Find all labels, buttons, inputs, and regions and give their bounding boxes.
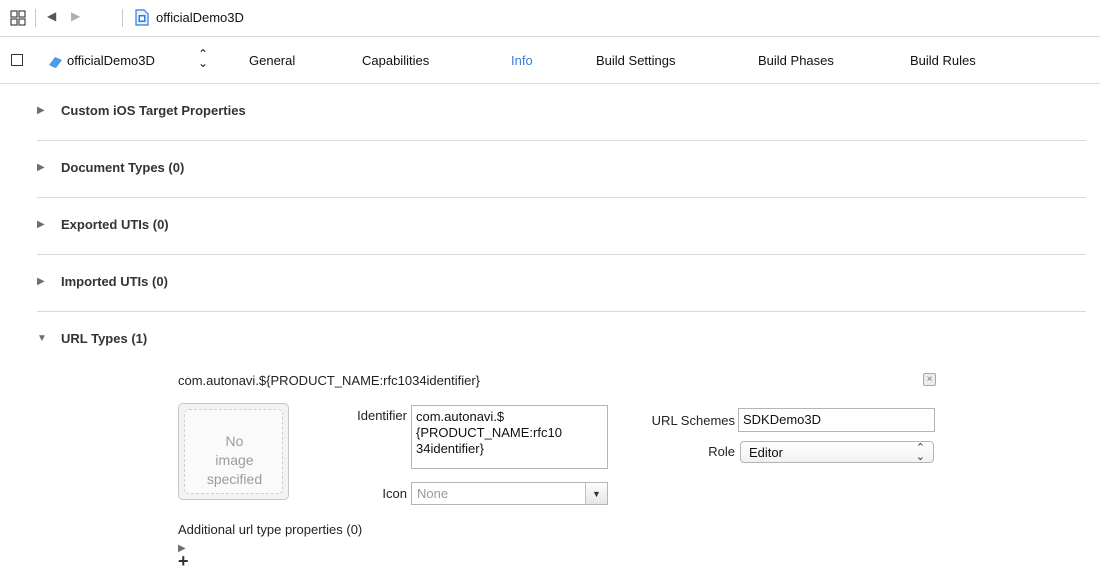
section-exported-utis[interactable]: ▶ Exported UTIs (0) [37,198,1086,255]
icon-combo-box[interactable]: None ▼ [411,482,608,505]
forward-arrow-icon[interactable]: ▶ [71,9,80,23]
identifier-field[interactable]: com.autonavi.$ {PRODUCT_NAME:rfc10 34ide… [411,405,608,469]
add-url-type-button[interactable]: + [178,551,189,572]
divider [122,9,123,27]
tab-build-settings[interactable]: Build Settings [596,53,676,68]
sidebar-toggle-icon[interactable] [11,54,23,66]
section-title: Exported UTIs (0) [61,217,169,232]
chevron-down-icon[interactable]: ▼ [585,483,607,504]
tab-build-rules[interactable]: Build Rules [910,53,976,68]
role-label: Role [708,444,735,459]
disclosure-triangle-icon[interactable]: ▶ [37,276,45,287]
section-title: Custom iOS Target Properties [61,103,246,118]
additional-url-type-properties[interactable]: ▶ Additional url type properties (0) [178,522,363,554]
editor-tab-bar: officialDemo3D ⌃ ⌄ General Capabilities I… [0,38,1100,84]
disclosure-triangle-icon[interactable]: ▶ [37,219,45,230]
target-stepper-icon[interactable]: ⌃ ⌄ [198,48,208,69]
section-url-types: ▼ URL Types (1) com.autonavi.${PRODUCT_N… [37,312,1086,586]
url-schemes-field[interactable]: SDKDemo3D [738,408,935,432]
back-arrow-icon[interactable]: ◀ [47,9,56,23]
section-imported-utis[interactable]: ▶ Imported UTIs (0) [37,255,1086,312]
project-file-icon [135,9,149,26]
breadcrumb[interactable]: officialDemo3D [156,10,244,25]
additional-properties-label: Additional url type properties (0) [178,522,363,537]
disclosure-triangle-icon[interactable]: ▼ [37,333,47,344]
section-title: Imported UTIs (0) [61,274,168,289]
disclosure-triangle-icon[interactable]: ▶ [37,162,45,173]
url-schemes-label: URL Schemes [651,413,735,428]
url-type-title: com.autonavi.${PRODUCT_NAME:rfc1034ident… [178,373,481,388]
tab-build-phases[interactable]: Build Phases [758,53,834,68]
section-title: URL Types (1) [61,331,148,346]
role-popup-button[interactable]: Editor ⌃ ⌄ [740,441,934,463]
section-custom-ios-target-properties[interactable]: ▶ Custom iOS Target Properties [37,84,1086,141]
tab-capabilities[interactable]: Capabilities [362,53,429,68]
role-value: Editor [749,445,783,460]
jump-bar: ◀ ▶ officialDemo3D [0,0,1100,37]
section-document-types[interactable]: ▶ Document Types (0) [37,141,1086,198]
app-target-icon [49,57,62,68]
disclosure-triangle-icon[interactable]: ▶ [37,105,45,116]
identifier-label: Identifier [357,408,407,423]
icon-label: Icon [382,486,407,501]
tab-general[interactable]: General [249,53,295,68]
target-selector[interactable]: officialDemo3D [67,53,155,68]
tab-info[interactable]: Info [511,53,533,68]
image-placeholder: No image specified [184,409,283,494]
divider [35,9,36,27]
related-items-grid-icon[interactable] [10,10,26,26]
section-title: Document Types (0) [61,160,185,175]
popup-arrows-icon: ⌃ ⌄ [915,442,925,463]
image-well[interactable]: No image specified [178,403,289,500]
remove-url-type-button[interactable]: × [923,373,936,386]
image-placeholder-label: No image specified [206,433,263,487]
icon-value: None [417,486,449,501]
